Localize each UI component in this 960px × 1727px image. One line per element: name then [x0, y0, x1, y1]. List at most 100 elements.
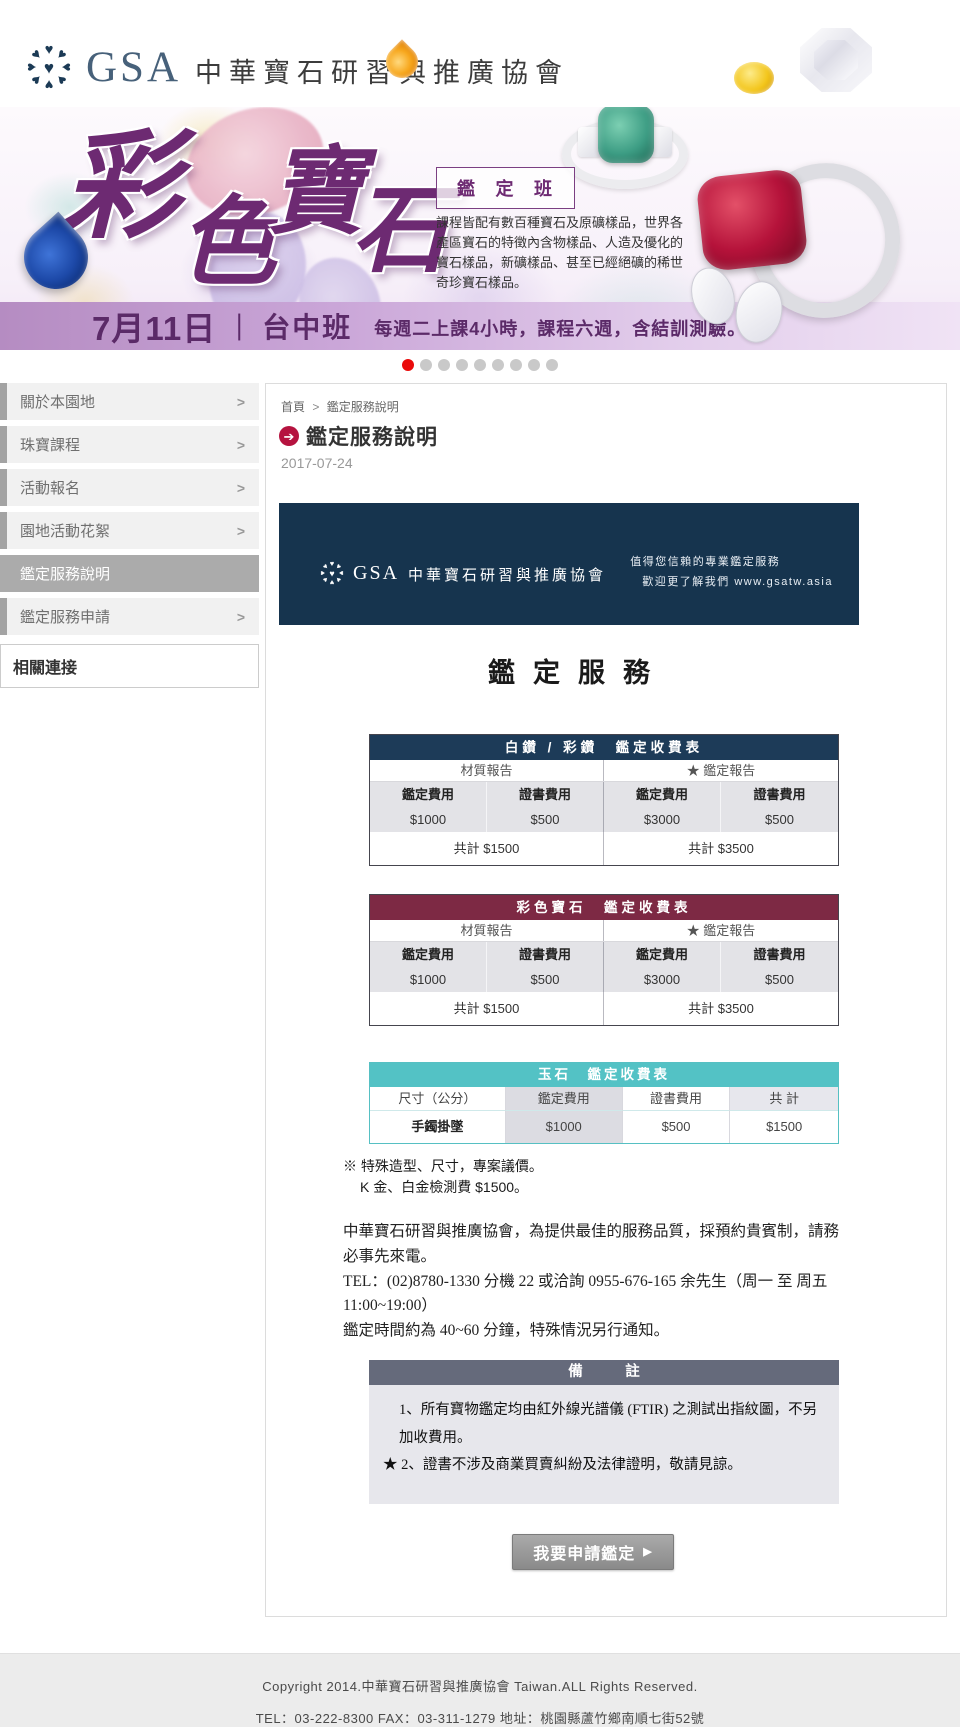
remark-line: 1、所有寶物鑑定均由紅外線光譜儀 (FTIR) 之測試出指紋圖，不另加收費用。 — [399, 1401, 818, 1446]
yellow-oval-gem-image — [734, 62, 774, 94]
logo-text: GSA — [86, 43, 182, 91]
fee-total: 共計 $1500 — [370, 832, 604, 865]
group-header: 材質報告 — [370, 920, 604, 941]
table-title: 白鑽 / 彩鑽 鑑定收費表 — [370, 735, 838, 760]
sidebar-item-label: 關於本園地 — [20, 394, 96, 411]
carousel-dot-1[interactable] — [402, 359, 414, 371]
group-header: 材質報告 — [370, 760, 604, 781]
svg-text:♥: ♥ — [52, 46, 69, 63]
carousel-dots — [0, 350, 960, 380]
class-start-date: 7月11日 — [92, 310, 217, 347]
sidebar-item-label: 鑑定服務申請 — [20, 609, 111, 626]
green-gem-ring-image — [556, 107, 696, 205]
fee-value: $500 — [765, 972, 794, 987]
svg-text:♥: ♥ — [52, 70, 69, 87]
col-header: 鑑定費用 — [505, 1087, 623, 1111]
fee-value: $3000 — [604, 807, 721, 832]
site-header: ♥ ♥ ♥ ♥ ♥ ♥ ♥ ♥ ♥ GSA 中華寶石研習與推廣協會 — [0, 0, 960, 107]
carousel-dot-9[interactable] — [546, 359, 558, 371]
breadcrumb-home-link[interactable]: 首頁 — [281, 400, 305, 414]
sidebar-related-links[interactable]: 相關連接 — [0, 644, 259, 688]
svg-text:♥: ♥ — [24, 63, 40, 72]
svg-text:♥: ♥ — [329, 568, 334, 578]
carousel-dot-2[interactable] — [420, 359, 432, 371]
related-links-label: 相關連接 — [13, 660, 78, 677]
sidebar-item-appraisal-apply[interactable]: 鑑定服務申請 > — [0, 598, 259, 635]
promo-banner-slide[interactable]: 彩 色 寶 石 鑑 定 班 課程皆配有數百種寶石及原礦樣品，世界各產區寶石的特徵… — [0, 107, 960, 350]
carousel-dot-7[interactable] — [510, 359, 522, 371]
banner-headline-char: 彩 — [62, 122, 181, 253]
breadcrumb-separator: > — [312, 400, 320, 414]
sidebar-item-courses[interactable]: 珠寶課程 > — [0, 426, 259, 463]
fee-value: $500 — [765, 812, 794, 827]
copyright-text: Copyright 2014.中華寶石研習與推廣協會 Taiwan.ALL Ri… — [262, 1678, 698, 1694]
carousel-dot-3[interactable] — [438, 359, 450, 371]
fee-value: $1000 — [370, 807, 487, 832]
table-title: 彩色寶石 鑑定收費表 — [370, 895, 838, 920]
svg-text:♥: ♥ — [330, 559, 335, 568]
site-footer: Copyright 2014.中華寶石研習與推廣協會 Taiwan.ALL Ri… — [0, 1652, 960, 1727]
sidebar-item-about[interactable]: 關於本園地 > — [0, 383, 259, 420]
chevron-right-icon: > — [236, 479, 245, 496]
svg-text:♥: ♥ — [329, 578, 334, 587]
footer-contact-text: TEL：03-222-8300 FAX：03-311-1279 地址：桃園縣蘆竹… — [255, 1710, 705, 1726]
flyer-logo-text: GSA — [353, 561, 400, 584]
fee-total: 共計 $3500 — [688, 841, 754, 856]
fee-value: $1000 — [370, 967, 487, 992]
sidebar-nav: 關於本園地 > 珠寶課程 > 活動報名 > 園地活動花絮 > 鑑定服務說明 鑑定… — [0, 383, 259, 688]
col-header: 鑑定費用 — [604, 942, 721, 967]
group-header: ★ 鑑定報告 — [686, 763, 756, 778]
gsa-logo-icon-white: ♥ ♥ ♥ ♥ ♥ ♥ ♥ ♥ ♥ — [318, 559, 346, 587]
fee-value: $3000 — [604, 967, 721, 992]
paragraph-line: 中華寶石研習與推廣協會，為提供最佳的服務品質，採預約貴賓制，請務必事先來電。 — [343, 1223, 840, 1265]
main-area: 關於本園地 > 珠寶課程 > 活動報名 > 園地活動花絮 > 鑑定服務說明 鑑定… — [0, 380, 960, 1617]
apply-button-label: 我要申請鑑定 — [533, 1545, 636, 1563]
sidebar-item-label: 活動報名 — [20, 480, 81, 497]
site-brand[interactable]: ♥ ♥ ♥ ♥ ♥ ♥ ♥ ♥ ♥ GSA 中華寶石研習與推廣協會 — [20, 38, 569, 96]
col-header: 證書費用 — [753, 787, 806, 802]
svg-text:♥: ♥ — [320, 574, 330, 584]
title-arrow-icon: ➔ — [279, 426, 299, 446]
carousel-dot-4[interactable] — [456, 359, 468, 371]
col-header: 證書費用 — [622, 1087, 731, 1111]
fee-table-colored-gem: 彩色寶石 鑑定收費表 材質報告 ★ 鑑定報告 鑑定費用 證書費用 鑑定費用 證書… — [369, 894, 839, 1026]
svg-text:♥: ♥ — [45, 76, 54, 92]
remark-box: 備 註 1、所有寶物鑑定均由紅外線光譜儀 (FTIR) 之測試出指紋圖，不另加收… — [369, 1359, 839, 1504]
gsa-logo-icon: ♥ ♥ ♥ ♥ ♥ ♥ ♥ ♥ ♥ — [24, 42, 74, 92]
strip-divider: ｜ — [226, 312, 253, 343]
chevron-right-icon: > — [236, 608, 245, 625]
appraisal-class-badge: 鑑 定 班 — [436, 167, 575, 209]
flyer-notes: ※ 特殊造型、尺寸，專案議價。 K 金、白金檢測費 $1500。 — [343, 1156, 859, 1198]
chevron-right-icon: > — [236, 436, 245, 453]
apply-appraisal-button[interactable]: 我要申請鑑定 ▶ — [512, 1533, 674, 1570]
svg-text:♥: ♥ — [334, 562, 344, 572]
flyer-contact-paragraph: 中華寶石研習與推廣協會，為提供最佳的服務品質，採預約貴賓制，請務必事先來電。 T… — [343, 1220, 845, 1344]
post-date: 2017-07-24 — [281, 455, 353, 471]
svg-text:♥: ♥ — [58, 63, 74, 72]
fee-total: 共計 $1500 — [370, 992, 604, 1025]
appraisal-flyer-image: ♥ ♥ ♥ ♥ ♥ ♥ ♥ ♥ ♥ GSA 中華寶石研習與推廣協會 值得您信賴的… — [279, 503, 859, 1504]
sidebar-item-appraisal-info[interactable]: 鑑定服務說明 — [0, 555, 259, 592]
col-header: 共 計 — [730, 1087, 838, 1111]
svg-text:♥: ♥ — [318, 570, 327, 575]
org-name: 中華寶石研習與推廣協會 — [195, 57, 570, 88]
carousel-dot-6[interactable] — [492, 359, 504, 371]
carousel-dot-8[interactable] — [528, 359, 540, 371]
col-header: 證書費用 — [487, 782, 604, 807]
fee-value: $1500 — [766, 1119, 803, 1134]
sidebar-item-event-signup[interactable]: 活動報名 > — [0, 469, 259, 506]
flyer-tagline: 值得您信賴的專業鑑定服務 歡迎更了解我們 www.gsatw.asia — [630, 553, 833, 593]
group-header: ★ 鑑定報告 — [686, 923, 756, 938]
flyer-section-title: 鑑定服務 — [488, 658, 668, 688]
paragraph-line: TEL：(02)8780-1330 分機 22 或洽詢 0955-676-165… — [343, 1272, 828, 1315]
col-header: 尺寸（公分） — [370, 1087, 506, 1111]
svg-text:♥: ♥ — [44, 58, 54, 78]
sidebar-item-gallery[interactable]: 園地活動花絮 > — [0, 512, 259, 549]
svg-text:♥: ♥ — [333, 575, 343, 585]
class-location: 台中班 — [262, 312, 353, 343]
ruby-ring-image — [684, 145, 918, 350]
banner-headline-char: 寶 — [268, 139, 364, 246]
svg-text:♥: ♥ — [337, 571, 346, 576]
carousel-dot-5[interactable] — [474, 359, 486, 371]
fee-value: $500 — [623, 1111, 731, 1143]
